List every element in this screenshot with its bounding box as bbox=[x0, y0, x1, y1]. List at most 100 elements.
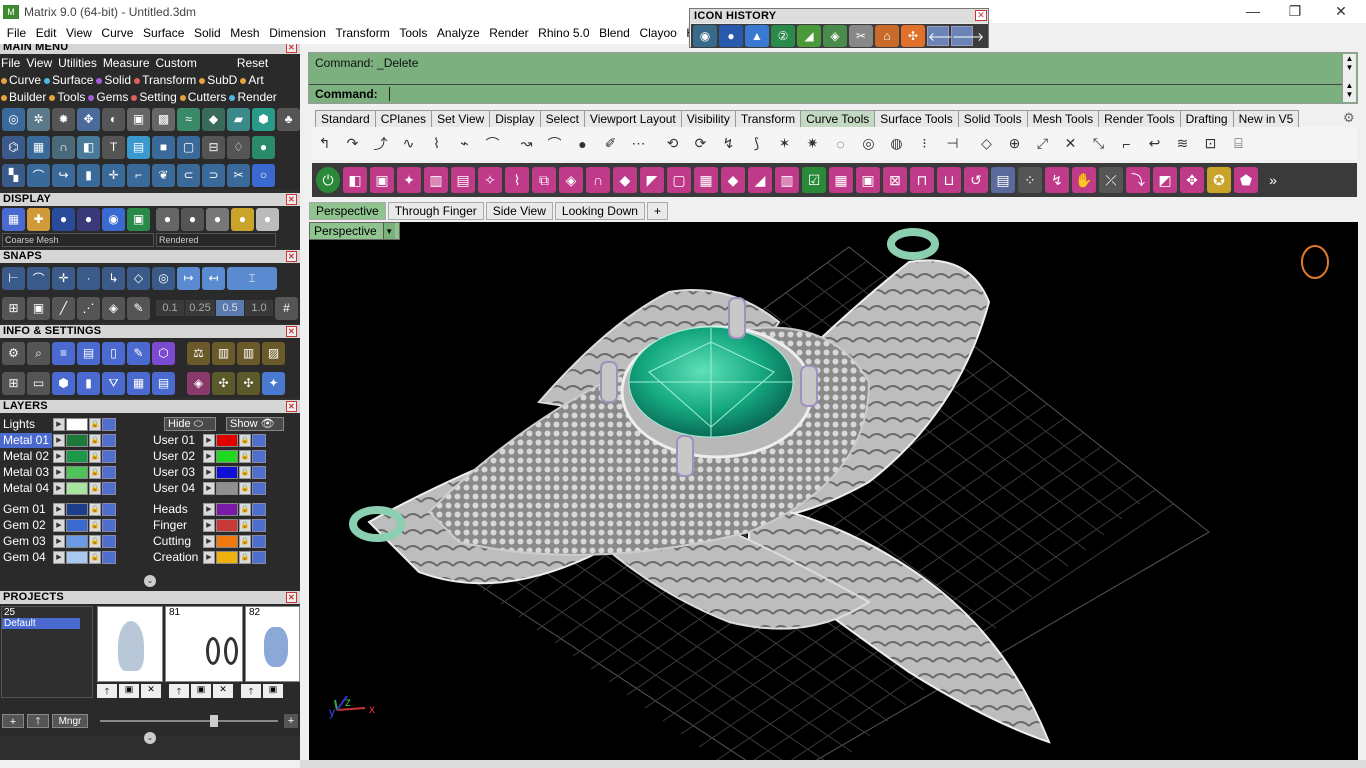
solid-2-icon[interactable]: ▣ bbox=[370, 167, 394, 193]
layer-row[interactable]: Gem 02 ▶ 🔒 bbox=[0, 518, 116, 533]
perspective-viewport[interactable]: x y z Perspective ▼ bbox=[309, 222, 1358, 760]
solid-5-icon[interactable]: ▤ bbox=[451, 167, 475, 193]
layer-name[interactable]: Gem 02 bbox=[0, 518, 52, 533]
layer-name[interactable]: Creation bbox=[150, 550, 202, 565]
solid-box-icon[interactable]: ■ bbox=[152, 135, 175, 159]
layer-color-swatch[interactable] bbox=[66, 450, 88, 463]
layer-lock-icon[interactable]: 🔒 bbox=[239, 434, 251, 447]
project-default[interactable]: Default bbox=[2, 618, 80, 629]
curve-tool-8-icon[interactable]: ↝ bbox=[514, 131, 539, 157]
solid-22-icon[interactable]: ⊓ bbox=[910, 167, 934, 193]
move-icon[interactable]: ✥ bbox=[77, 107, 100, 131]
layer-lock-icon[interactable]: 🔒 bbox=[239, 503, 251, 516]
layer-lock-icon[interactable]: 🔒 bbox=[89, 503, 101, 516]
main-menu-art[interactable]: Art bbox=[240, 73, 264, 87]
history-icon-2[interactable]: ● bbox=[719, 25, 743, 47]
layer-row[interactable]: Gem 04 ▶ 🔒 bbox=[0, 550, 116, 565]
grid-step-1-0[interactable]: 1.0 bbox=[245, 300, 273, 316]
history-icon-9[interactable]: ✣ bbox=[901, 25, 925, 47]
layer-color-swatch[interactable] bbox=[216, 482, 238, 495]
menu-tools[interactable]: Tools bbox=[395, 23, 433, 44]
history-icon-6[interactable]: ◈ bbox=[823, 25, 847, 47]
chrome-ball-icon[interactable]: ● bbox=[206, 207, 229, 231]
history-icon-7[interactable]: ✂ bbox=[849, 25, 873, 47]
menu-dimension[interactable]: Dimension bbox=[264, 23, 330, 44]
power-icon[interactable]: ⏻ bbox=[316, 167, 340, 193]
layer-row[interactable]: Metal 01 ▶ 🔒 bbox=[0, 433, 116, 448]
solid-21-icon[interactable]: ⊠ bbox=[883, 167, 907, 193]
layer-name[interactable]: Finger bbox=[150, 518, 202, 533]
history-icon-5[interactable]: ◢ bbox=[797, 25, 821, 47]
solid-4-icon[interactable]: ▥ bbox=[424, 167, 448, 193]
thumb1-delete-icon[interactable]: ✕ bbox=[141, 684, 161, 698]
layer-expand-icon[interactable]: ▶ bbox=[53, 503, 65, 516]
windows-icon[interactable]: ⊞ bbox=[2, 371, 25, 395]
main-menu-custom[interactable]: Custom bbox=[156, 56, 197, 70]
layer-visible-icon[interactable] bbox=[102, 482, 116, 495]
menu-edit[interactable]: Edit bbox=[31, 23, 61, 44]
layer-row[interactable]: User 01 ▶ 🔒 bbox=[150, 433, 266, 448]
layer-lock-icon[interactable]: 🔒 bbox=[239, 535, 251, 548]
report-icon[interactable]: ▥ bbox=[212, 341, 235, 365]
solid-17-icon[interactable]: ▥ bbox=[775, 167, 799, 193]
solid-20-icon[interactable]: ▣ bbox=[856, 167, 880, 193]
profile-icon[interactable]: ◧ bbox=[77, 135, 100, 159]
layer-name[interactable]: Gem 04 bbox=[0, 550, 52, 565]
layer-row[interactable]: Heads ▶ 🔒 bbox=[150, 502, 266, 517]
info-settings-close-icon[interactable]: ✕ bbox=[286, 326, 297, 337]
snap-near-icon[interactable]: ⌒ bbox=[27, 266, 50, 290]
cluster-icon[interactable]: ✲ bbox=[27, 107, 50, 131]
wave-icon[interactable]: ≈ bbox=[177, 107, 200, 131]
layer-visible-icon[interactable] bbox=[102, 519, 116, 532]
curve-tool-24-icon[interactable]: ◇ bbox=[974, 131, 999, 157]
leaf-icon[interactable]: ❦ bbox=[152, 163, 175, 187]
thumb1-save-icon[interactable]: ▣ bbox=[119, 684, 139, 698]
history-icon-8[interactable]: ⌂ bbox=[875, 25, 899, 47]
layer-lock-icon[interactable]: 🔒 bbox=[89, 551, 101, 564]
solid-29-icon[interactable]: ⤫ bbox=[1099, 167, 1123, 193]
layer-expand-icon[interactable]: ▶ bbox=[203, 551, 215, 564]
layer-color-swatch[interactable] bbox=[216, 535, 238, 548]
thumb2-save-icon[interactable]: ▣ bbox=[191, 684, 211, 698]
layer-lock-icon[interactable]: 🔒 bbox=[239, 482, 251, 495]
pen-snap-icon[interactable]: ✎ bbox=[127, 296, 150, 320]
layer-color-swatch[interactable] bbox=[216, 434, 238, 447]
menu-transform[interactable]: Transform bbox=[331, 23, 395, 44]
toolbar-tab-curve-tools[interactable]: Curve Tools bbox=[800, 110, 876, 127]
command-prompt-line[interactable]: Command: bbox=[309, 84, 1342, 103]
lamp-icon[interactable]: ♢ bbox=[227, 135, 250, 159]
solid-19-icon[interactable]: ▦ bbox=[829, 167, 853, 193]
render-info-icon[interactable]: ◈ bbox=[187, 371, 210, 395]
minimize-button[interactable]: — bbox=[1230, 0, 1276, 22]
curve-tool-23-icon[interactable]: ⊣ bbox=[940, 131, 965, 157]
cube-icon[interactable]: ⬢ bbox=[252, 107, 275, 131]
curve-tool-2-icon[interactable]: ↷ bbox=[340, 131, 365, 157]
layer-expand-icon[interactable]: ▶ bbox=[203, 450, 215, 463]
layer-visible-icon[interactable] bbox=[102, 551, 116, 564]
curve-tool-4-icon[interactable]: ∿ bbox=[396, 131, 421, 157]
solid-16-icon[interactable]: ◢ bbox=[748, 167, 772, 193]
surface-icon[interactable]: ▰ bbox=[227, 107, 250, 131]
layer-color-swatch[interactable] bbox=[66, 434, 88, 447]
column-icon[interactable]: ▮ bbox=[77, 163, 100, 187]
project-thumb-2[interactable]: 81 bbox=[165, 606, 243, 682]
toolbar-tab-surface-tools[interactable]: Surface Tools bbox=[874, 110, 959, 127]
layer-name[interactable]: Metal 02 bbox=[0, 449, 52, 464]
menu-mesh[interactable]: Mesh bbox=[225, 23, 264, 44]
weight-icon[interactable]: ⚖ bbox=[187, 341, 210, 365]
solid-14-icon[interactable]: ▦ bbox=[694, 167, 718, 193]
layer-lock-icon[interactable]: 🔒 bbox=[89, 434, 101, 447]
axis2-icon[interactable]: ✣ bbox=[237, 371, 260, 395]
toolbar-tab-drafting[interactable]: Drafting bbox=[1179, 110, 1234, 127]
edit-icon[interactable]: ✎ bbox=[127, 341, 150, 365]
solid-31-icon[interactable]: ◩ bbox=[1153, 167, 1177, 193]
thumbnail-size-plus[interactable]: + bbox=[284, 714, 298, 728]
layer-row[interactable]: User 03 ▶ 🔒 bbox=[150, 465, 266, 480]
curve-tool-16-icon[interactable]: ⟆ bbox=[744, 131, 769, 157]
menu-file[interactable]: File bbox=[2, 23, 31, 44]
layers-icon[interactable]: ≡ bbox=[52, 341, 75, 365]
toolbar-tab-transform[interactable]: Transform bbox=[734, 110, 802, 127]
line-snap-icon[interactable]: ╱ bbox=[52, 296, 75, 320]
dark-ball-icon[interactable]: ● bbox=[181, 207, 204, 231]
grid-toggle-icon[interactable]: # bbox=[275, 296, 298, 320]
